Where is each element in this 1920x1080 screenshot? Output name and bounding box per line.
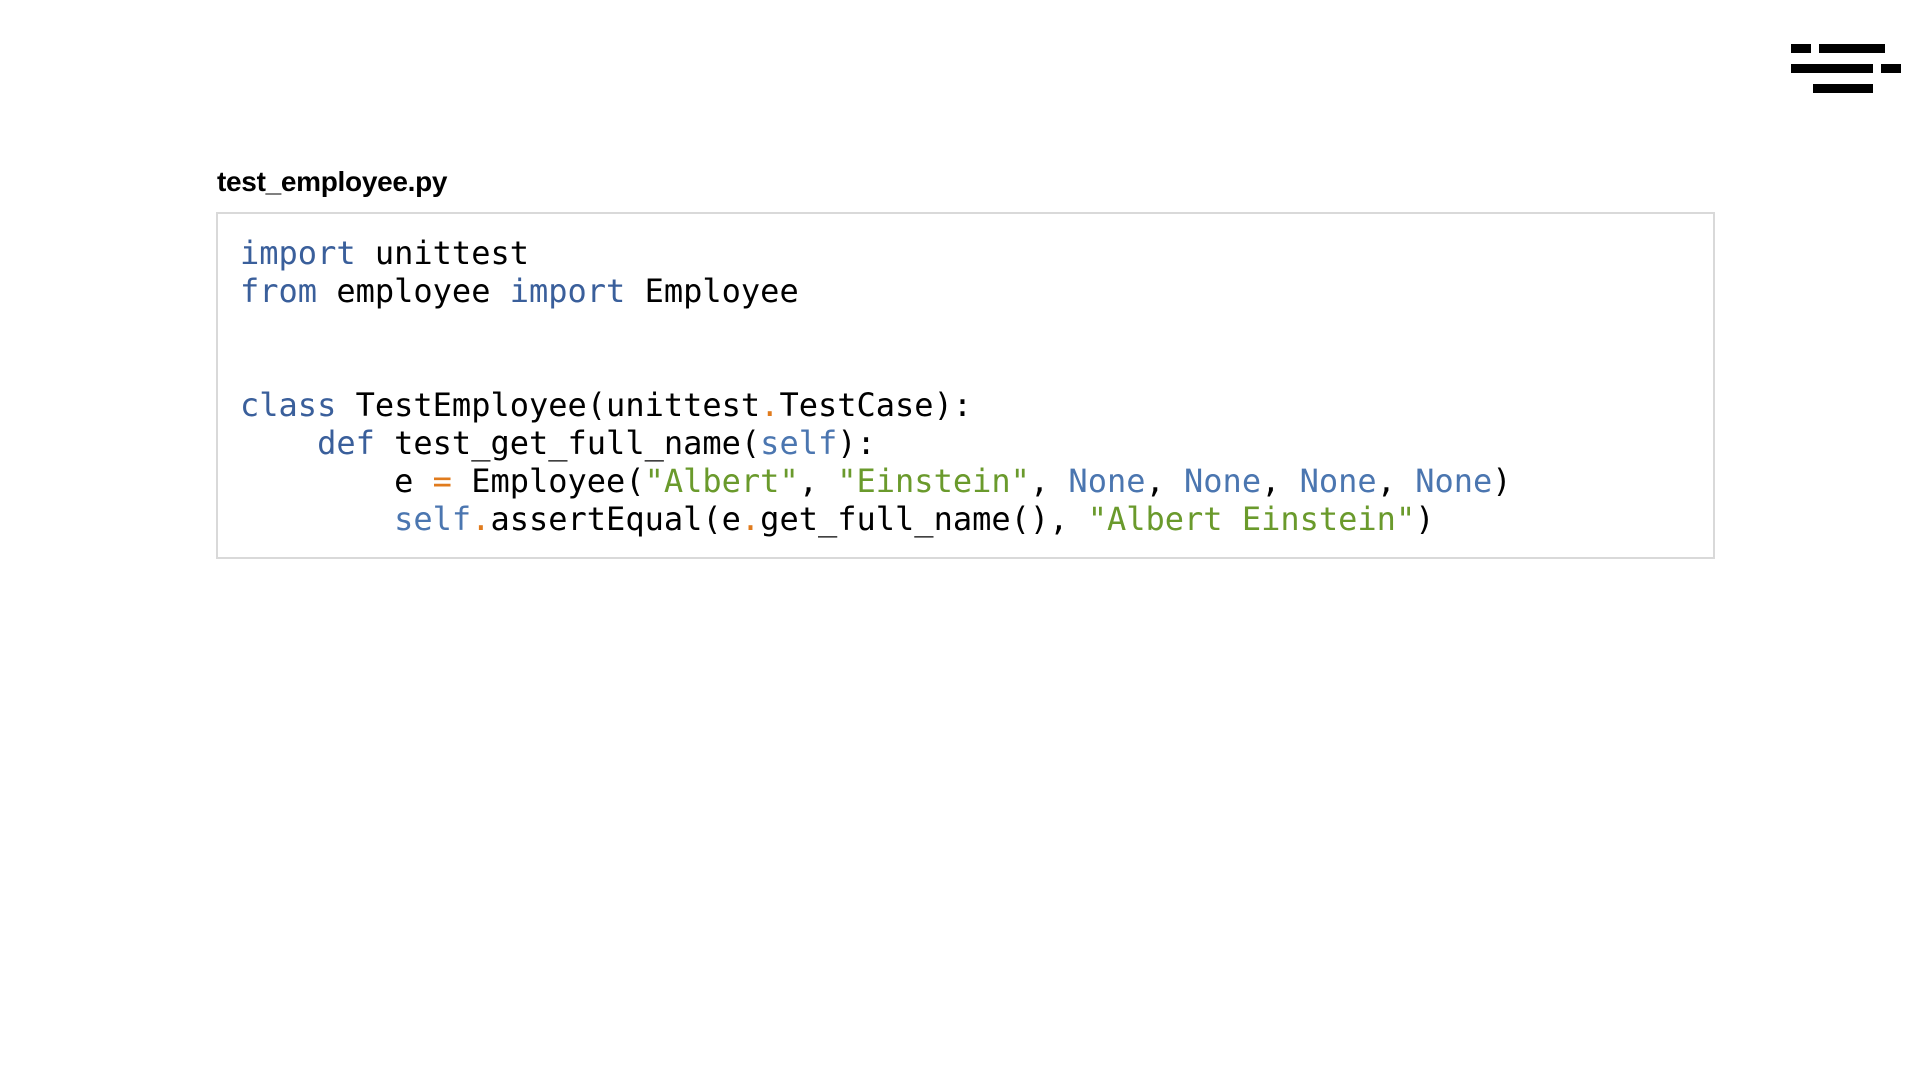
code-token: ) bbox=[1415, 500, 1435, 538]
lines-logo-icon bbox=[1791, 42, 1903, 96]
code-token: import bbox=[240, 234, 356, 272]
code-block: import unittest from employee import Empl… bbox=[216, 212, 1715, 559]
code-content: import unittest from employee import Empl… bbox=[240, 234, 1512, 538]
code-token: def bbox=[317, 424, 375, 462]
code-token: None bbox=[1299, 462, 1377, 500]
code-token: class bbox=[240, 386, 337, 424]
code-token: assertEqual(e bbox=[490, 500, 741, 538]
lines-logo-svg bbox=[1791, 44, 1901, 93]
code-token: . bbox=[740, 500, 761, 538]
code-token: None bbox=[1415, 462, 1493, 500]
code-token: Employee bbox=[625, 272, 799, 310]
code-token: self bbox=[760, 424, 838, 462]
code-token: , bbox=[1261, 462, 1300, 500]
code-token: TestCase): bbox=[779, 386, 973, 424]
code-token: , bbox=[1145, 462, 1185, 500]
code-line: e = Employee("Albert", "Einstein", None,… bbox=[240, 462, 1512, 500]
code-token: = bbox=[432, 462, 452, 500]
code-token: "Einstein" bbox=[837, 462, 1030, 500]
code-token: from bbox=[240, 272, 318, 310]
code-token: ) bbox=[1492, 462, 1512, 500]
code-token: unittest bbox=[355, 234, 529, 272]
code-token: None bbox=[1068, 462, 1146, 500]
code-token: , bbox=[1376, 462, 1416, 500]
code-token: , bbox=[798, 462, 838, 500]
code-token: . bbox=[471, 500, 491, 538]
code-token: import bbox=[509, 272, 626, 310]
code-token: Employee( bbox=[451, 462, 645, 500]
code-line: def test_get_full_name(self): bbox=[240, 424, 1512, 462]
code-token: None bbox=[1184, 462, 1262, 500]
code-token: e bbox=[240, 462, 433, 500]
code-token: TestEmployee(unittest bbox=[336, 386, 761, 424]
code-token: employee bbox=[317, 272, 510, 310]
code-token: test_get_full_name( bbox=[374, 424, 761, 462]
code-token: ): bbox=[837, 424, 876, 462]
code-line: from employee import Employee bbox=[240, 272, 1512, 310]
code-token: self bbox=[394, 500, 472, 538]
code-line: self.assertEqual(e.get_full_name(), "Alb… bbox=[240, 500, 1512, 538]
file-name-title: test_employee.py bbox=[217, 166, 448, 197]
code-line: import unittest bbox=[240, 234, 1512, 272]
code-token: . bbox=[760, 386, 780, 424]
code-token: "Albert" bbox=[644, 462, 799, 500]
code-token: , bbox=[1029, 462, 1069, 500]
code-token: "Albert Einstein" bbox=[1087, 500, 1416, 538]
code-line: class TestEmployee(unittest.TestCase): bbox=[240, 386, 1512, 424]
code-token: get_full_name(), bbox=[760, 500, 1088, 538]
